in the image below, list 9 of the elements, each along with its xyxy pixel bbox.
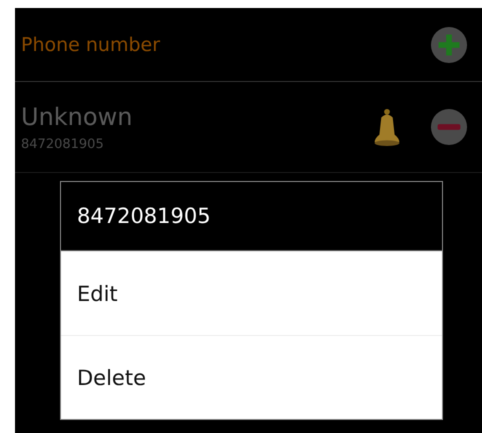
menu-item[interactable]: Edit [61,251,442,335]
add-icon[interactable] [430,26,468,64]
contact-name: Unknown [21,102,134,130]
dialog-title: 8472081905 [61,182,442,251]
section-title: Phone number [21,34,160,56]
remove-icon[interactable] [430,108,468,146]
phone-number: 8472081905 [21,136,105,152]
bell-icon[interactable] [372,108,402,146]
menu-item[interactable]: Delete [61,335,442,419]
